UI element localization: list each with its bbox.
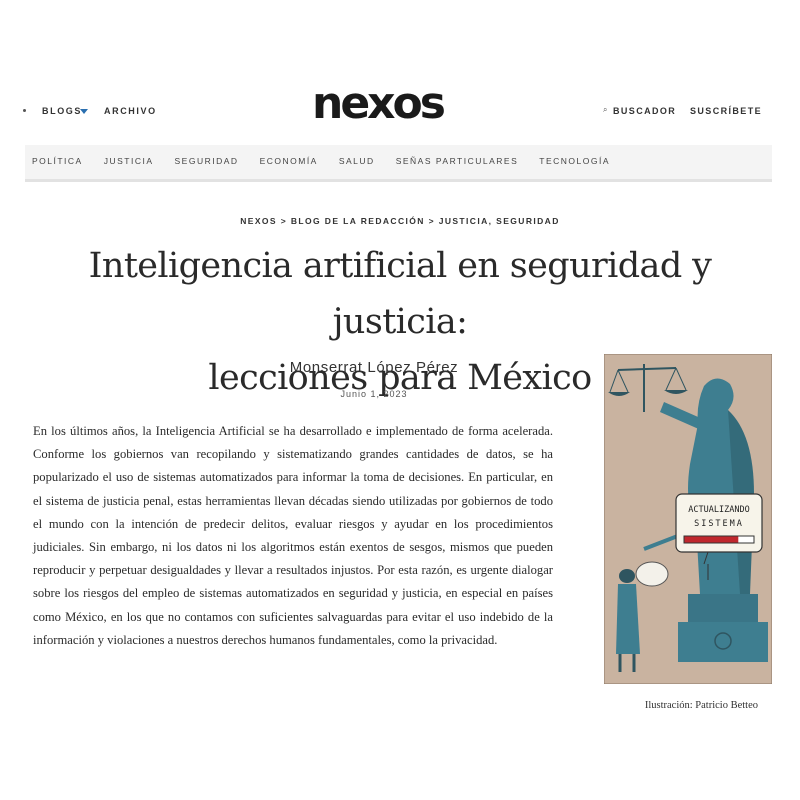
category-salud[interactable]: SALUD (339, 156, 375, 166)
nav-buscador[interactable]: BUSCADOR (613, 106, 676, 116)
progress-fill (684, 536, 739, 543)
title-line-1: Inteligencia artificial en seguridad y j… (88, 246, 712, 342)
article-date: Junio 1, 2023 (340, 389, 408, 399)
sign-line-2: SISTEMA (694, 519, 744, 529)
bullet-dot (23, 109, 26, 112)
category-seguridad[interactable]: SEGURIDAD (175, 156, 239, 166)
nav-blogs[interactable]: BLOGS (42, 106, 82, 116)
nav-archivo[interactable]: ARCHIVO (104, 106, 157, 116)
article-paragraph: En los últimos años, la Inteligencia Art… (33, 424, 553, 647)
chevron-down-icon[interactable] (80, 109, 88, 114)
category-tecnologia[interactable]: TECNOLOGÍA (539, 156, 610, 166)
category-senas-particulares[interactable]: SEÑAS PARTICULARES (396, 156, 519, 166)
sign-line-1: ACTUALIZANDO (688, 505, 749, 515)
breadcrumb[interactable]: NEXOS > BLOG DE LA REDACCIÓN > JUSTICIA,… (0, 216, 800, 226)
illustration-justice-statue: ACTUALIZANDO SISTEMA (604, 354, 772, 684)
article-author[interactable]: Monserrat López Pérez (224, 359, 524, 376)
nav-suscribete[interactable]: SUSCRÍBETE (690, 106, 762, 116)
category-justicia[interactable]: JUSTICIA (104, 156, 154, 166)
category-politica[interactable]: POLÍTICA (32, 156, 83, 166)
category-economia[interactable]: ECONOMÍA (260, 156, 318, 166)
category-bar: POLÍTICA JUSTICIA SEGURIDAD ECONOMÍA SAL… (25, 145, 772, 182)
search-icon[interactable]: ⌕ (603, 105, 607, 115)
illustration-caption: Ilustración: Patricio Betteo (644, 700, 758, 711)
site-logo[interactable]: nexos (312, 82, 446, 126)
